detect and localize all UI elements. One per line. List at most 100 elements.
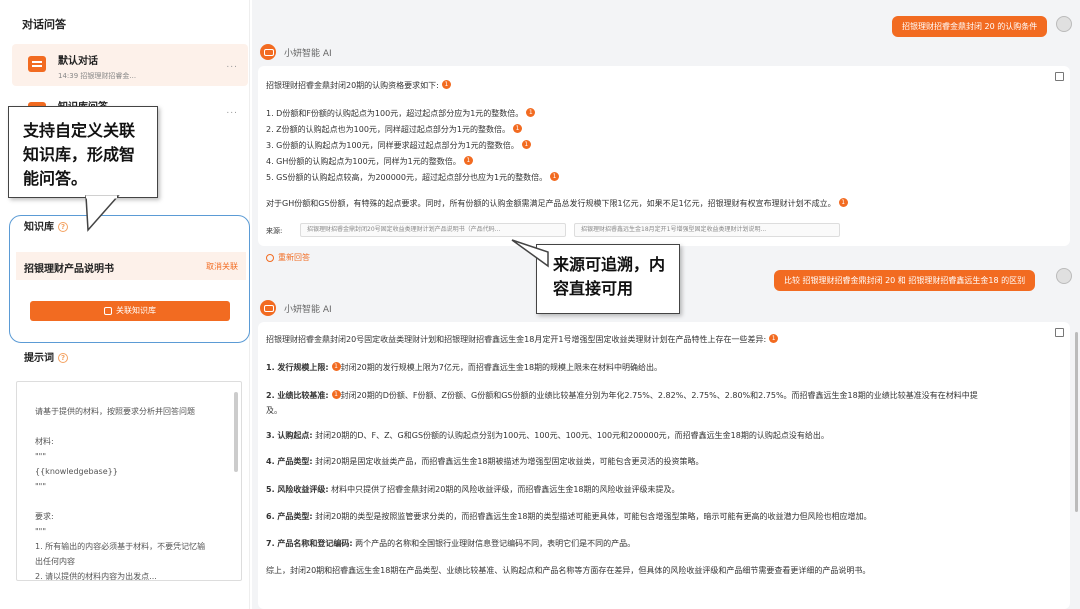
callout-pointer bbox=[85, 195, 120, 232]
help-icon[interactable]: ? bbox=[58, 353, 68, 363]
conversation-item-default[interactable]: 默认对话 14:39 招银理财招睿金... ... bbox=[12, 44, 248, 86]
answer-item: 5. GS份额的认购起点较高，为200000元，超过起点部分也应为1元的整数倍。… bbox=[266, 172, 560, 183]
point-text: 封闭20期的D、F、Z、G和GS份额的认购起点分别为100元、100元、100元… bbox=[315, 431, 829, 440]
answer-item: 3. G份额的认购起点为100元，同样要求超过起点部分为1元的整数倍。 1 bbox=[266, 140, 531, 151]
comparison-point: 7. 产品名称和登记编码: 两个产品的名称和全国银行业理财信息登记编码不同，表明… bbox=[266, 538, 635, 549]
comparison-point: 6. 产品类型: 封闭20期的类型是按照监管要求分类的，而招睿鑫远生金18期的类… bbox=[266, 511, 872, 522]
copy-icon[interactable] bbox=[1055, 72, 1064, 81]
point-text: 封闭20期的发行规模上限为7亿元，而招睿鑫远生金18期的规模上限未在材料中明确给… bbox=[340, 363, 663, 372]
point-text: 封闭20期是固定收益类产品，而招睿鑫远生金18期被描述为增强型固定收益类，可能包… bbox=[315, 457, 704, 466]
callout-kb: 支持自定义关联知识库，形成智能问答。 bbox=[8, 106, 158, 198]
answer-item: 2. Z份额的认购起点也为100元，同样超过起点部分为1元的整数倍。 1 bbox=[266, 124, 523, 135]
kb-label-text: 知识库 bbox=[24, 222, 54, 233]
answer-intro-text: 招银理财招睿金鼎封闭20期的认购资格要求如下: bbox=[266, 81, 439, 90]
point-text: 两个产品的名称和全国银行业理财信息登记编码不同，表明它们是不同的产品。 bbox=[355, 539, 636, 548]
bot-avatar bbox=[260, 44, 276, 60]
answer-summary-text: 对于GH份额和GS份额，有特殊的起点要求。同时，所有份额的认购金额需满足产品总发… bbox=[266, 199, 836, 208]
comparison-point: 4. 产品类型: 封闭20期是固定收益类产品，而招睿鑫远生金18期被描述为增强型… bbox=[266, 456, 704, 467]
bot-avatar bbox=[260, 300, 276, 316]
prompt-label: 提示词? bbox=[24, 349, 68, 364]
callout-pointer bbox=[511, 239, 549, 268]
answer-item-text: 3. G份额的认购起点为100元，同样要求超过起点部分为1元的整数倍。 bbox=[266, 141, 519, 150]
user-message: 招银理财招睿金鼎封闭 20 的认购条件 bbox=[892, 16, 1048, 37]
copy-icon[interactable] bbox=[1055, 328, 1064, 337]
reference-badge[interactable]: 1 bbox=[463, 156, 473, 165]
answer-intro: 招银理财招睿金鼎封闭20期的认购资格要求如下: 1 bbox=[266, 80, 451, 91]
point-heading: 4. 产品类型: bbox=[266, 457, 313, 466]
point-text: 封闭20期的D份额、F份额、Z份额、G份额和GS份额的业绩比较基准分别为年化2.… bbox=[340, 391, 978, 400]
answer-intro-text: 招银理财招睿金鼎封闭20号固定收益类理财计划和招银理财招睿鑫远生金18月定开1号… bbox=[266, 335, 767, 344]
refresh-icon bbox=[266, 253, 274, 262]
comparison-point: 2. 业绩比较基准: 1 封闭20期的D份额、F份额、Z份额、G份额和GS份额的业绩… bbox=[266, 390, 978, 401]
reference-badge[interactable]: 1 bbox=[441, 80, 451, 89]
reference-badge[interactable]: 1 bbox=[550, 172, 560, 181]
answer-item-text: 4. GH份额的认购起点为100元，同样为1元的整数倍。 bbox=[266, 157, 461, 166]
prompt-line: """ bbox=[35, 527, 47, 536]
answer-summary: 综上，封闭20期和招睿鑫远生金18期在产品类型、业绩比较基准、认购起点和产品名称… bbox=[266, 566, 871, 575]
prompt-line: 材料: bbox=[35, 437, 54, 446]
prompt-line: {{knowledgebase}} bbox=[35, 467, 118, 476]
bot-name: 小妍智能 AI bbox=[284, 304, 332, 315]
regenerate-label: 重新回答 bbox=[278, 253, 310, 262]
point-heading: 2. 业绩比较基准: bbox=[266, 391, 329, 400]
link-kb-button-label: 关联知识库 bbox=[116, 306, 156, 315]
point-text: 材料中只提供了招睿金鼎封闭20期的风险收益评级，而招睿鑫远生金18期的风险收益评… bbox=[331, 485, 680, 494]
source-chip[interactable]: 招银理财招睿金鼎封闭20号固定收益类理财计划产品说明书（产品代码... bbox=[300, 223, 566, 237]
reference-badge[interactable]: 1 bbox=[769, 334, 779, 343]
user-message: 比较 招银理财招睿金鼎封闭 20 和 招银理财招睿鑫远生金18 的区别 bbox=[774, 270, 1036, 291]
knowledge-base-label: 知识库? bbox=[24, 218, 68, 233]
user-avatar bbox=[1056, 268, 1072, 284]
prompt-label-text: 提示词 bbox=[24, 353, 54, 364]
more-icon[interactable]: ... bbox=[226, 106, 238, 116]
answer-item: 1. D份额和F份额的认购起点为100元，超过起点部分应为1元的整数倍。 1 bbox=[266, 108, 536, 119]
comparison-point: 5. 风险收益评级: 材料中只提供了招睿金鼎封闭20期的风险收益评级，而招睿鑫远… bbox=[266, 484, 680, 495]
conversation-subtitle: 14:39 招银理财招睿金... bbox=[58, 72, 137, 80]
answer-summary: 对于GH份额和GS份额，有特殊的起点要求。同时，所有份额的认购金额需满足产品总发… bbox=[266, 198, 848, 209]
conversation-title: 默认对话 bbox=[58, 56, 98, 67]
answer-item-text: 5. GS份额的认购起点较高，为200000元，超过起点部分也应为1元的整数倍。 bbox=[266, 173, 548, 182]
answer-intro: 招银理财招睿金鼎封闭20号固定收益类理财计划和招银理财招睿鑫远生金18月定开1号… bbox=[266, 334, 779, 345]
prompt-line bbox=[35, 419, 225, 434]
point-heading: 7. 产品名称和登记编码: bbox=[266, 539, 353, 548]
user-avatar bbox=[1056, 16, 1072, 32]
bot-header: 小妍智能 AI bbox=[260, 300, 332, 316]
callout-source: 来源可追溯，内容直接可用 bbox=[536, 244, 680, 314]
left-panel: 对话问答 默认对话 14:39 招银理财招睿金... ... 知识库问答 ...… bbox=[0, 0, 250, 609]
scrollbar[interactable] bbox=[1075, 332, 1078, 512]
reference-badge[interactable]: 1 bbox=[331, 390, 341, 399]
point-heading: 3. 认购起点: bbox=[266, 431, 313, 440]
reference-badge[interactable]: 1 bbox=[521, 140, 531, 149]
answer-card-2: 招银理财招睿金鼎封闭20号固定收益类理财计划和招银理财招睿鑫远生金18月定开1号… bbox=[258, 322, 1070, 609]
prompt-line: 1. 所有输出的内容必须基于材料，不要凭记忆输 bbox=[35, 542, 206, 551]
prompt-line: 要求: bbox=[35, 512, 54, 521]
reference-badge[interactable]: 1 bbox=[513, 124, 523, 133]
help-icon[interactable]: ? bbox=[58, 222, 68, 232]
point-heading: 6. 产品类型: bbox=[266, 512, 313, 521]
scrollbar[interactable] bbox=[234, 392, 238, 472]
prompt-textarea[interactable]: 请基于提供的材料，按照要求分析并回答问题 材料: """ {{knowledge… bbox=[16, 381, 242, 581]
bot-name: 小妍智能 AI bbox=[284, 48, 332, 59]
reference-badge[interactable]: 1 bbox=[331, 362, 341, 371]
point-heading: 1. 发行规模上限: bbox=[266, 363, 329, 372]
answer-card-1: 招银理财招睿金鼎封闭20期的认购资格要求如下: 1 1. D份额和F份额的认购起点… bbox=[258, 66, 1070, 246]
source-chip[interactable]: 招银理财招睿鑫远生金18月定开1号增强型固定收益类理财计划说明... bbox=[574, 223, 840, 237]
more-icon[interactable]: ... bbox=[226, 60, 238, 70]
prompt-line: 出任何内容 bbox=[35, 557, 75, 566]
unlink-kb-button[interactable]: 取消关联 bbox=[206, 261, 238, 272]
prompt-line: 请基于提供的材料，按照要求分析并回答问题 bbox=[35, 407, 195, 416]
knowledge-base-item: 招银理财产品说明书 取消关联 bbox=[16, 252, 246, 280]
prompt-line: 2. 请以提供的材料内容为出发点... bbox=[35, 572, 157, 581]
link-kb-button[interactable]: 关联知识库 bbox=[30, 301, 230, 321]
link-icon bbox=[104, 306, 112, 315]
answer-item-text: 1. D份额和F份额的认购起点为100元，超过起点部分应为1元的整数倍。 bbox=[266, 109, 524, 118]
comparison-point-cont: 及。 bbox=[266, 406, 282, 415]
regenerate-button[interactable]: 重新回答 bbox=[266, 252, 310, 263]
bot-header: 小妍智能 AI bbox=[260, 44, 332, 60]
prompt-line: """ bbox=[35, 452, 47, 461]
knowledge-base-name: 招银理财产品说明书 bbox=[24, 264, 114, 275]
prompt-line bbox=[35, 494, 225, 509]
source-label: 来源: bbox=[266, 227, 283, 235]
comparison-point: 3. 认购起点: 封闭20期的D、F、Z、G和GS份额的认购起点分别为100元、… bbox=[266, 430, 829, 441]
reference-badge[interactable]: 1 bbox=[526, 108, 536, 117]
reference-badge[interactable]: 1 bbox=[838, 198, 848, 207]
